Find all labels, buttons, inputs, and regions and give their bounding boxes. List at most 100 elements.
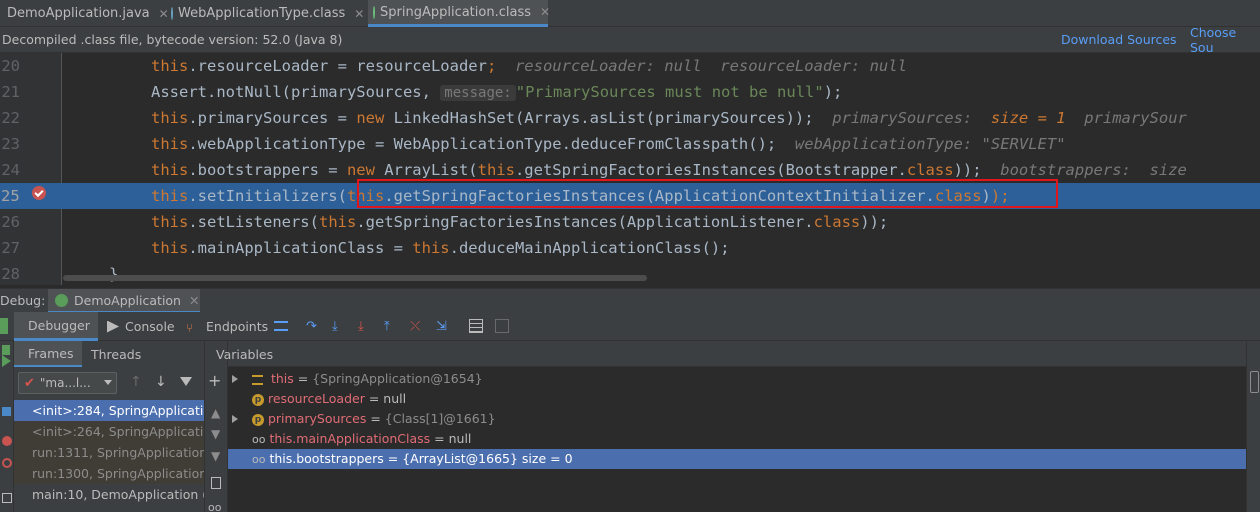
tab-endpoints[interactable]: ⑂ Endpoints: [186, 312, 268, 341]
tab-console[interactable]: Console: [104, 312, 175, 341]
line-number: 28: [1, 265, 20, 283]
tab-threads[interactable]: Threads: [91, 341, 141, 367]
step-over-icon[interactable]: ↷: [306, 319, 320, 334]
tab-debugger[interactable]: Debugger: [14, 312, 98, 341]
variable-row[interactable]: this = {SpringApplication@1654}: [228, 369, 1246, 389]
mute-breakpoints-icon[interactable]: [2, 458, 12, 468]
close-icon[interactable]: ✕: [354, 7, 364, 21]
inline-debug-value: resourceLoader: null resourceLoader: nul…: [514, 57, 907, 75]
debugger-toolbar: Debugger Console ⑂ Endpoints ↷ ⤓ ⤓ ⤒ ⤬ ⇲: [0, 312, 1260, 341]
annotation-red-box: [357, 179, 1058, 208]
line-number: 23: [1, 135, 20, 153]
rerun-icon[interactable]: [2, 345, 10, 355]
thread-selector[interactable]: ✔ "ma...l...: [18, 372, 117, 394]
trace-icon[interactable]: [495, 319, 509, 333]
spring-boot-icon: [55, 293, 68, 307]
close-icon[interactable]: ✕: [189, 293, 199, 308]
add-watch-icon[interactable]: +: [208, 371, 221, 390]
tab-springapplication-class[interactable]: SpringApplication.class ✕: [368, 0, 550, 27]
frame-item[interactable]: run:1300, SpringApplication (c: [14, 463, 204, 484]
chevron-down-icon: [104, 380, 112, 385]
evaluate-expression-icon[interactable]: [469, 319, 483, 333]
camera-icon[interactable]: [2, 493, 12, 503]
arrow-up-icon[interactable]: ↑: [130, 374, 142, 390]
tab-frames[interactable]: Frames: [14, 341, 82, 367]
line-number: 26: [1, 213, 20, 231]
tab-label: DemoApplication.java: [7, 6, 150, 21]
debug-right-strip: [1246, 341, 1260, 512]
inline-debug-value: webApplicationType: "SERVLET": [794, 135, 1066, 153]
view-breakpoints-icon[interactable]: [2, 436, 12, 446]
variables-header: Variables: [216, 341, 1246, 367]
filter-icon[interactable]: [180, 377, 192, 386]
horizontal-scrollbar[interactable]: [63, 275, 647, 281]
tab-label: SpringApplication.class: [380, 4, 531, 20]
pause-icon[interactable]: [2, 407, 11, 416]
watches-icon[interactable]: oo: [208, 501, 221, 512]
line-number-current: 25: [0, 183, 63, 209]
debug-config-tab[interactable]: DemoApplication ✕: [48, 289, 200, 313]
parameter-icon: p: [251, 413, 264, 426]
scrollbar[interactable]: [1250, 371, 1259, 393]
download-sources-link[interactable]: Download Sources: [1061, 32, 1177, 47]
code-line-21: Assert.notNull(primarySources, message: "…: [151, 83, 843, 101]
inline-debug-value: size = 1: [990, 109, 1066, 127]
copy-icon[interactable]: [211, 477, 221, 489]
frame-item[interactable]: run:1311, SpringApplication (c: [14, 442, 204, 463]
close-icon[interactable]: ✕: [540, 5, 550, 19]
drop-frame-icon[interactable]: ⤬: [410, 319, 424, 334]
tab-webapplicationtype-class[interactable]: WebApplicationType.class ✕: [171, 0, 364, 27]
up-icon[interactable]: ▲: [211, 406, 220, 420]
frames-panel: Frames Threads ✔ "ma...l... ↑ ↓ <init>:2…: [14, 341, 204, 512]
close-icon[interactable]: ✕: [159, 7, 169, 21]
code-line-26: this.setListeners(this.getSpringFactorie…: [151, 213, 889, 231]
step-into-icon[interactable]: ⤓: [332, 319, 346, 334]
code-line-20: this.resourceLoader = resourceLoader; re…: [151, 57, 907, 75]
watch-icon: oo: [251, 433, 266, 446]
breakpoint-icon[interactable]: [32, 186, 46, 200]
rerun-icon[interactable]: [0, 318, 8, 334]
frame-item[interactable]: main:10, DemoApplication (co: [14, 484, 204, 505]
run-to-cursor-icon[interactable]: ⇲: [436, 319, 450, 334]
down-icon[interactable]: ▼: [211, 449, 220, 463]
debug-title: Debug:: [0, 293, 46, 308]
class-icon: [373, 5, 375, 19]
layout-icon[interactable]: [274, 321, 288, 331]
variable-row-selected[interactable]: oo this.bootstrappers = {ArrayList@1665}…: [228, 449, 1246, 469]
frames-side-strip: ▲ ▼ ▼ oo: [204, 341, 228, 512]
line-number: 24: [1, 161, 20, 179]
code-line-28: }: [109, 265, 119, 283]
checkmark-icon: ✔: [24, 375, 35, 391]
variable-row[interactable]: oo this.mainApplicationClass = null: [228, 429, 1246, 449]
debug-left-strip: [0, 341, 14, 512]
console-icon: [107, 320, 119, 333]
frame-item[interactable]: <init>:284, SpringApplication: [14, 400, 204, 421]
expand-icon[interactable]: [232, 415, 238, 423]
decompiled-banner: Decompiled .class file, bytecode version…: [0, 25, 1260, 55]
variable-row[interactable]: p primarySources = {Class[1]@1661}: [228, 409, 1246, 429]
parameter-icon: p: [251, 393, 264, 406]
frame-item[interactable]: <init>:264, SpringApplication: [14, 421, 204, 442]
expand-icon[interactable]: [232, 375, 238, 383]
endpoints-icon: ⑂: [186, 320, 194, 335]
resume-icon[interactable]: [2, 355, 11, 367]
decompiled-message: Decompiled .class file, bytecode version…: [2, 32, 343, 47]
variables-title: Variables: [216, 347, 274, 362]
inline-debug-value: bootstrappers: size: [1000, 161, 1187, 179]
variable-row[interactable]: p resourceLoader = null: [228, 389, 1246, 409]
force-step-into-icon[interactable]: ⤓: [358, 319, 372, 334]
line-number: 22: [1, 109, 20, 127]
enum-icon: [171, 7, 173, 20]
debug-config-label: DemoApplication: [74, 292, 181, 308]
line-number: 20: [1, 57, 20, 75]
step-out-icon[interactable]: ⤒: [384, 319, 398, 334]
code-line-23: this.webApplicationType = WebApplication…: [151, 135, 1066, 153]
variables-panel: Variables + this = {SpringApplication@16…: [208, 341, 1246, 512]
code-editor[interactable]: this.resourceLoader = resourceLoader; re…: [63, 53, 1260, 285]
field-list-icon: [251, 374, 263, 385]
down-icon[interactable]: ▼: [211, 427, 220, 441]
choose-sources-link[interactable]: Choose Sou: [1190, 25, 1260, 55]
line-number: 21: [1, 83, 20, 101]
arrow-down-icon[interactable]: ↓: [155, 374, 167, 390]
tab-demoapplication-java[interactable]: DemoApplication.java ✕: [0, 0, 169, 27]
